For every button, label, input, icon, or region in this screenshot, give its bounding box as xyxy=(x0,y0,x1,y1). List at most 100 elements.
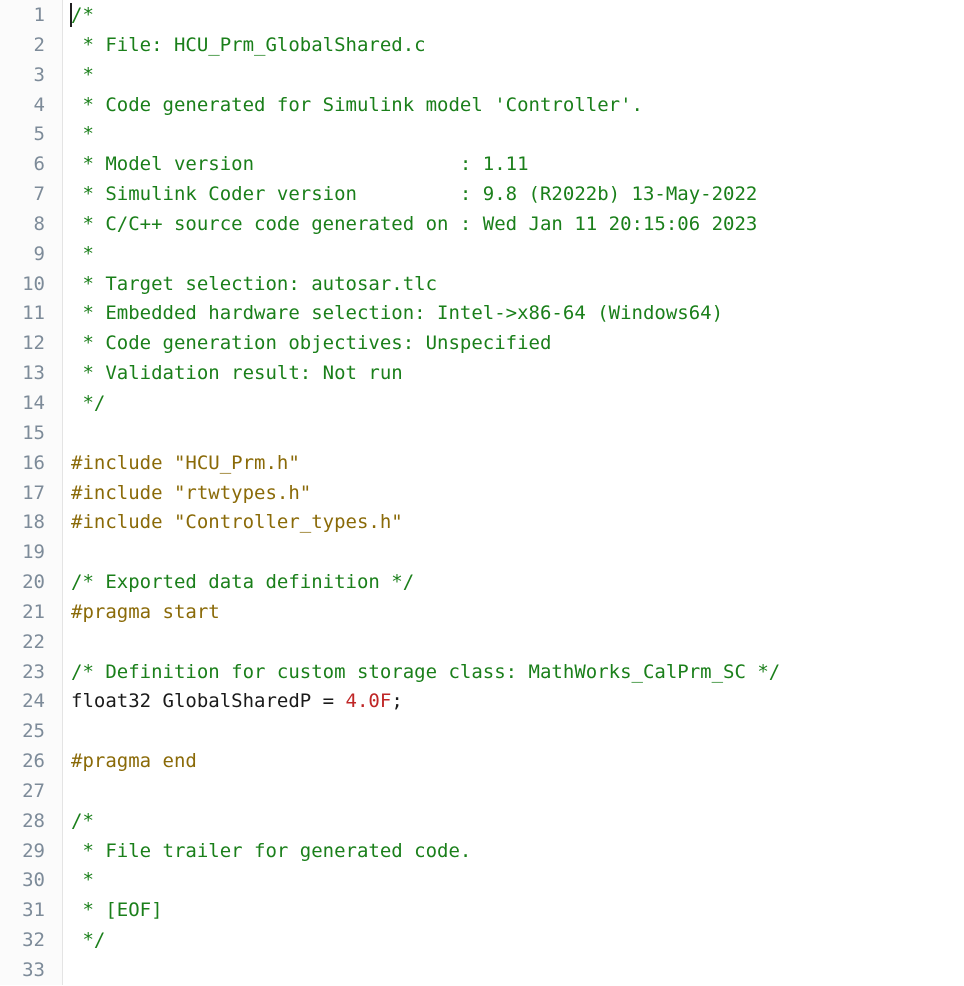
line-number: 10 xyxy=(22,272,45,295)
line-number-gutter: 1 2 3 4 5 6 7 8 9 10 11 12 13 14 15 16 17 18 19 20 21 22 23 24 2… xyxy=(0,0,63,985)
code-line[interactable] xyxy=(71,717,964,747)
code-token-num: 4.0F xyxy=(345,690,392,713)
code-token-comment: /* xyxy=(71,809,94,832)
code-line[interactable]: * xyxy=(71,120,964,150)
code-line[interactable]: * Validation result: Not run xyxy=(71,359,964,389)
line-number: 16 xyxy=(22,451,45,474)
code-token-comment: * Target selection: autosar.tlc xyxy=(71,272,438,295)
code-token-comment: * File trailer for generated code. xyxy=(71,839,472,862)
code-token-comment: */ xyxy=(71,391,106,414)
line-number: 7 xyxy=(33,183,45,206)
code-line[interactable]: * File trailer for generated code. xyxy=(71,837,964,867)
line-number: 3 xyxy=(33,63,45,86)
code-token-plain: ; xyxy=(391,690,403,713)
code-token-str: "HCU_Prm.h" xyxy=(173,451,300,474)
code-token-comment: /* Exported data definition */ xyxy=(71,571,415,594)
line-number: 9 xyxy=(33,242,45,265)
code-token-comment: * File: HCU_Prm_GlobalShared.c xyxy=(71,33,426,56)
line-number: 22 xyxy=(22,630,45,653)
code-line[interactable]: /* Exported data definition */ xyxy=(71,568,964,598)
code-line[interactable]: * Embedded hardware selection: Intel->x8… xyxy=(71,299,964,329)
code-line[interactable]: float32 GlobalSharedP = 4.0F; xyxy=(71,687,964,717)
code-line[interactable]: * Model version : 1.11 xyxy=(71,150,964,180)
code-line[interactable]: #include "Controller_types.h" xyxy=(71,508,964,538)
code-token-comment: * Model version : 1.11 xyxy=(71,153,529,176)
code-token-comment: * xyxy=(71,123,94,146)
code-line[interactable] xyxy=(71,777,964,807)
code-line[interactable]: #include "HCU_Prm.h" xyxy=(71,449,964,479)
code-token-comment: /* Definition for custom storage class: … xyxy=(71,660,781,683)
code-token-comment: * [EOF] xyxy=(71,899,163,922)
code-line[interactable]: #pragma start xyxy=(71,598,964,628)
line-number: 18 xyxy=(22,511,45,534)
code-line[interactable]: * C/C++ source code generated on : Wed J… xyxy=(71,210,964,240)
line-number: 33 xyxy=(22,959,45,981)
code-token-pre: #include xyxy=(71,451,174,474)
code-line[interactable]: * Simulink Coder version : 9.8 (R2022b) … xyxy=(71,180,964,210)
code-line[interactable]: * xyxy=(71,866,964,896)
code-line[interactable] xyxy=(71,628,964,658)
code-token-pre: #include xyxy=(71,511,174,534)
line-number: 1 xyxy=(33,4,45,26)
code-line[interactable] xyxy=(71,538,964,568)
line-number: 19 xyxy=(22,541,45,564)
line-number: 24 xyxy=(22,690,45,713)
code-line[interactable]: * Code generation objectives: Unspecifie… xyxy=(71,329,964,359)
code-line[interactable]: * Code generated for Simulink model 'Con… xyxy=(71,91,964,121)
line-number: 20 xyxy=(22,571,45,594)
code-line[interactable]: /* Definition for custom storage class: … xyxy=(71,658,964,688)
text-caret xyxy=(70,3,72,27)
line-number: 17 xyxy=(22,481,45,504)
code-token-comment: * Code generated for Simulink model 'Con… xyxy=(71,93,643,116)
code-token-comment: * xyxy=(71,242,94,265)
code-token-comment: * xyxy=(71,869,94,892)
line-number: 4 xyxy=(33,93,45,116)
line-number: 15 xyxy=(22,421,45,444)
line-number: 25 xyxy=(22,720,45,743)
code-line[interactable]: #pragma end xyxy=(71,747,964,777)
line-number: 26 xyxy=(22,750,45,773)
code-text-area[interactable]: /* * File: HCU_Prm_GlobalShared.c * * Co… xyxy=(63,0,964,985)
code-token-str: "rtwtypes.h" xyxy=(173,481,312,504)
line-number: 21 xyxy=(22,600,45,623)
code-line[interactable]: */ xyxy=(71,926,964,956)
code-line[interactable]: /* xyxy=(71,807,964,837)
code-token-pre: #pragma end xyxy=(71,750,197,773)
code-token-comment: * xyxy=(71,63,94,86)
code-token-comment: * Embedded hardware selection: Intel->x8… xyxy=(71,302,724,325)
line-number: 30 xyxy=(22,869,45,892)
code-token-str: "Controller_types.h" xyxy=(173,511,403,534)
code-line[interactable]: * Target selection: autosar.tlc xyxy=(71,270,964,300)
line-number: 27 xyxy=(22,779,45,802)
code-line[interactable]: * xyxy=(71,240,964,270)
code-line[interactable] xyxy=(71,956,964,985)
code-line[interactable]: #include "rtwtypes.h" xyxy=(71,479,964,509)
code-line[interactable]: * xyxy=(71,61,964,91)
code-token-comment: */ xyxy=(71,929,106,952)
line-number: 14 xyxy=(22,391,45,414)
line-number: 12 xyxy=(22,332,45,355)
line-number: 23 xyxy=(22,660,45,683)
line-number: 28 xyxy=(22,809,45,832)
code-editor[interactable]: 1 2 3 4 5 6 7 8 9 10 11 12 13 14 15 16 17 18 19 20 21 22 23 24 2… xyxy=(0,0,964,985)
line-number: 13 xyxy=(22,362,45,385)
code-token-pre: #pragma start xyxy=(71,600,220,623)
line-number: 31 xyxy=(22,899,45,922)
line-number: 2 xyxy=(33,33,45,56)
code-token-comment: * Validation result: Not run xyxy=(71,362,403,385)
code-token-pre: #include xyxy=(71,481,174,504)
code-line[interactable] xyxy=(71,419,964,449)
code-line[interactable]: * [EOF] xyxy=(71,896,964,926)
code-token-comment: * Simulink Coder version : 9.8 (R2022b) … xyxy=(71,183,758,206)
code-token-comment: * Code generation objectives: Unspecifie… xyxy=(71,332,552,355)
code-token-plain: float32 GlobalSharedP = xyxy=(71,690,346,713)
line-number: 5 xyxy=(33,123,45,146)
code-line[interactable]: */ xyxy=(71,389,964,419)
line-number: 29 xyxy=(22,839,45,862)
code-line[interactable]: * File: HCU_Prm_GlobalShared.c xyxy=(71,31,964,61)
line-number: 11 xyxy=(22,302,45,325)
code-line[interactable]: /* xyxy=(71,1,964,31)
line-number: 8 xyxy=(33,212,45,235)
line-number: 6 xyxy=(33,153,45,176)
line-number: 32 xyxy=(22,929,45,952)
